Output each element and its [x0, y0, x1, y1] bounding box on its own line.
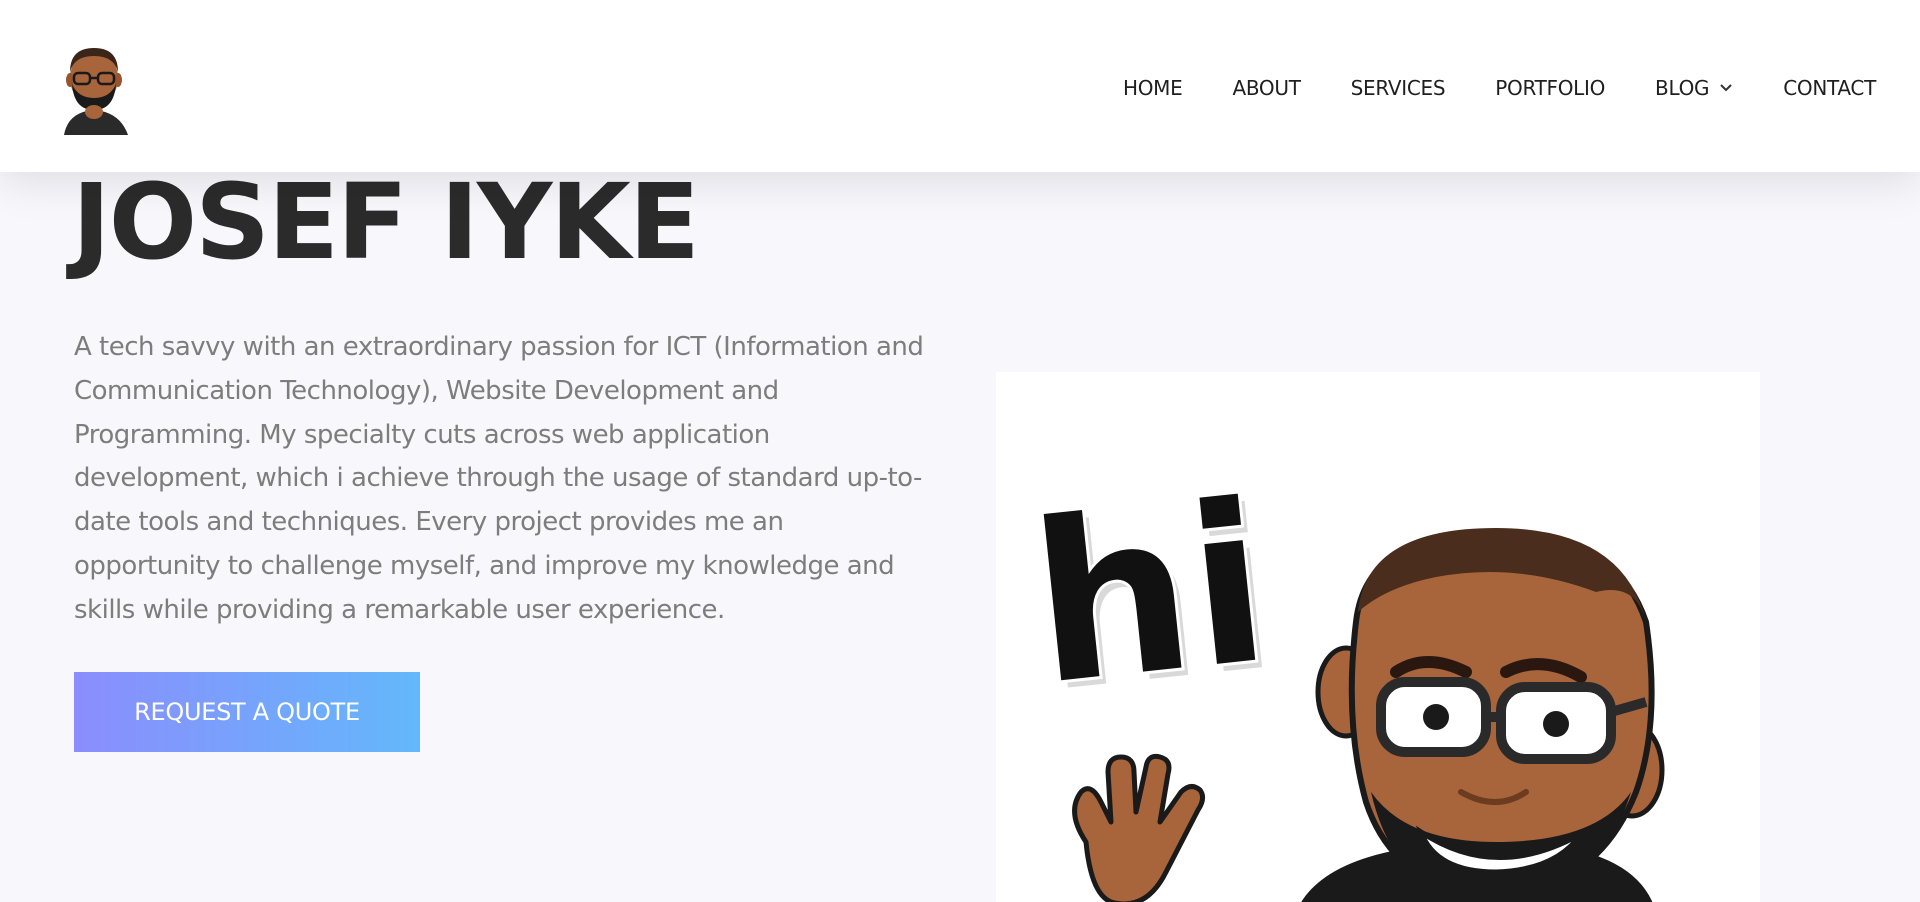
chevron-down-icon [1720, 84, 1732, 92]
nav-item-about[interactable]: ABOUT [1232, 76, 1300, 100]
nav-item-portfolio[interactable]: PORTFOLIO [1495, 76, 1605, 100]
main-nav: HOME ABOUT SERVICES PORTFOLIO BLOG CONTA… [1123, 74, 1876, 102]
request-quote-button[interactable]: REQUEST A QUOTE [74, 672, 420, 752]
nav-item-services[interactable]: SERVICES [1351, 76, 1446, 100]
waving-hand-icon [1072, 754, 1206, 902]
hero-description: A tech savvy with an extraordinary passi… [74, 332, 924, 625]
nav-item-blog[interactable]: BLOG [1655, 76, 1733, 100]
logo-avatar-icon[interactable] [54, 40, 134, 135]
hero-avatar-image: hi hi [996, 372, 1760, 902]
nav-item-contact[interactable]: CONTACT [1783, 76, 1876, 100]
nav-item-blog-label: BLOG [1655, 76, 1710, 100]
nav-item-home[interactable]: HOME [1123, 76, 1183, 100]
hero-title: JOSEF IYKE [72, 161, 700, 283]
site-header: HOME ABOUT SERVICES PORTFOLIO BLOG CONTA… [0, 0, 1920, 172]
avatar-head [1301, 528, 1665, 902]
hi-text-front: hi [1021, 455, 1279, 734]
